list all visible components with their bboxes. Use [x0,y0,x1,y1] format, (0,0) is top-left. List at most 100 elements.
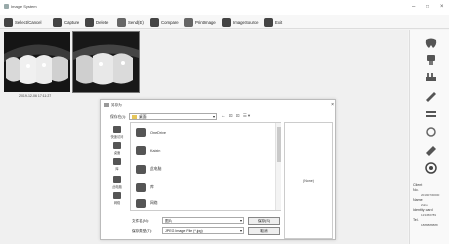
place-this-pc[interactable]: 此电脑 [108,176,126,189]
image-thumbnail-selected[interactable] [72,31,140,93]
chevron-down-icon: ▾ [212,114,215,119]
chevron-down-icon: ▾ [239,218,242,223]
look-in-value: 桌面 [139,115,147,119]
list-item[interactable]: OneDrive [136,128,166,137]
dialog-title-bar: 另存为 × [101,100,337,110]
preview-pane: (None) [284,122,333,239]
toolbar-label: Exit [275,19,283,25]
send-icon [117,17,126,27]
record-icon[interactable] [424,162,438,174]
compare-button[interactable]: Compare [150,17,179,27]
list-item[interactable]: 网络 [136,199,158,208]
place-label: 快速访问 [110,135,124,139]
camera-icon [53,17,62,27]
nav-buttons[interactable]: ← ⊡ ⊡ ☰▾ [221,113,251,119]
dialog-title: 另存为 [111,103,122,107]
filetype-label: 保存类型(T): [132,229,152,233]
filename-input[interactable]: 图片 ▾ [162,217,244,224]
list-item[interactable]: 库 [136,183,154,192]
filetype-select[interactable]: JPEG Image File (*.jpg) ▾ [162,227,244,234]
toolbar: Select/Cancel Capture Delete Send(E) Com… [0,15,449,29]
maximize-button[interactable]: □ [426,3,429,11]
toolbar-label: Select/Cancel [15,19,42,25]
tool-sidebar: Client No. 20190730000 Name Zoho Identit… [409,30,449,244]
capture-button[interactable]: Capture [53,17,79,27]
image-thumbnail[interactable] [4,32,70,92]
look-in-select[interactable]: 桌面 ▾ [129,113,217,120]
toolbar-label: Send(E) [128,19,144,25]
library-icon [113,158,121,165]
list-item[interactable]: 此电脑 [136,165,161,174]
close-button[interactable]: × [440,3,444,11]
exit-icon [264,17,273,27]
file-name: 网络 [150,201,158,205]
equalize-icon[interactable] [424,108,438,120]
scrollbar-thumb[interactable] [277,127,281,162]
toolbar-label: ImageSource [233,19,259,25]
file-list-scrollbar[interactable] [275,123,281,210]
quick-access-icon [113,126,121,133]
exit-button[interactable]: Exit [264,17,282,27]
file-list: OneDrive Kaixin 此电脑 库 网络 [130,122,281,211]
file-name: OneDrive [150,130,167,135]
network-icon [113,192,121,199]
computer-icon [136,165,146,174]
compare-icon [150,17,159,27]
list-item[interactable]: Kaixin [136,146,160,155]
onedrive-icon [136,128,146,137]
title-bar: Image System – □ × [0,0,449,15]
place-network[interactable]: 网络 [108,192,126,205]
chevron-down-icon: ▾ [239,228,242,233]
preview-text: (None) [303,179,314,183]
this-pc-icon [113,176,121,183]
tools-icon[interactable] [424,90,438,102]
app-window: Image System – □ × Select/Cancel Capture… [0,0,449,244]
brush-icon[interactable] [424,144,438,156]
look-in-label: 保存在(I): [110,115,127,119]
print-image-button[interactable]: PrintImage [184,17,216,27]
tooth-tools-icon[interactable] [424,54,438,66]
send-button[interactable]: Send(E) [117,17,144,27]
places-bar: 快速访问 桌面 库 此电脑 网络 [105,122,129,210]
client-info: Client No. 20190730000 Name Zoho Identit… [413,183,449,228]
place-label: 桌面 [113,151,121,155]
save-button[interactable]: 保存(S) [248,217,280,225]
toolbar-label: Compare [161,19,179,25]
cancel-button[interactable]: 取消 [248,227,280,235]
filetype-value: JPEG Image File (*.jpg) [165,229,203,233]
app-icon [4,4,9,9]
toolbar-label: PrintImage [195,19,216,25]
toolbar-label: Delete [96,19,109,25]
tooth-icon[interactable] [424,37,438,49]
user-folder-icon [136,146,146,155]
place-quick-access[interactable]: 快速访问 [108,126,126,139]
teeth-image [4,32,70,92]
file-name: 此电脑 [150,167,162,171]
print-icon [184,17,193,27]
place-label: 此电脑 [112,185,122,189]
file-name: Kaixin [150,148,161,153]
delete-icon [85,17,94,27]
client-tel-value: 1888888888 [421,223,438,227]
select-icon [4,17,13,27]
save-as-dialog: 另存为 × 保存在(I): 桌面 ▾ ← ⊡ ⊡ ☰▾ 快速访问 桌面 库 此电… [100,99,336,240]
select-cancel-button[interactable]: Select/Cancel [4,17,42,27]
place-library[interactable]: 库 [108,158,126,171]
image-source-button[interactable]: ImageSource [222,17,259,27]
file-name: 库 [150,185,154,189]
folder-icon [132,115,137,119]
dialog-close-button[interactable]: × [331,102,334,108]
place-label: 网络 [113,201,121,205]
image-timestamp: 2019-12-06 17:11:27 [19,94,52,98]
place-desktop[interactable]: 桌面 [108,142,126,155]
desktop-icon [113,142,121,149]
minimize-button[interactable]: – [412,3,415,11]
library-folder-icon [136,183,146,192]
network-folder-icon [136,199,146,208]
rotate-icon[interactable] [424,126,438,138]
filename-label: 文件名(N): [132,219,149,223]
teeth-image [73,32,139,92]
toolbar-label: Capture [64,19,80,25]
toothbrush-icon[interactable] [424,71,438,83]
delete-button[interactable]: Delete [85,17,108,27]
